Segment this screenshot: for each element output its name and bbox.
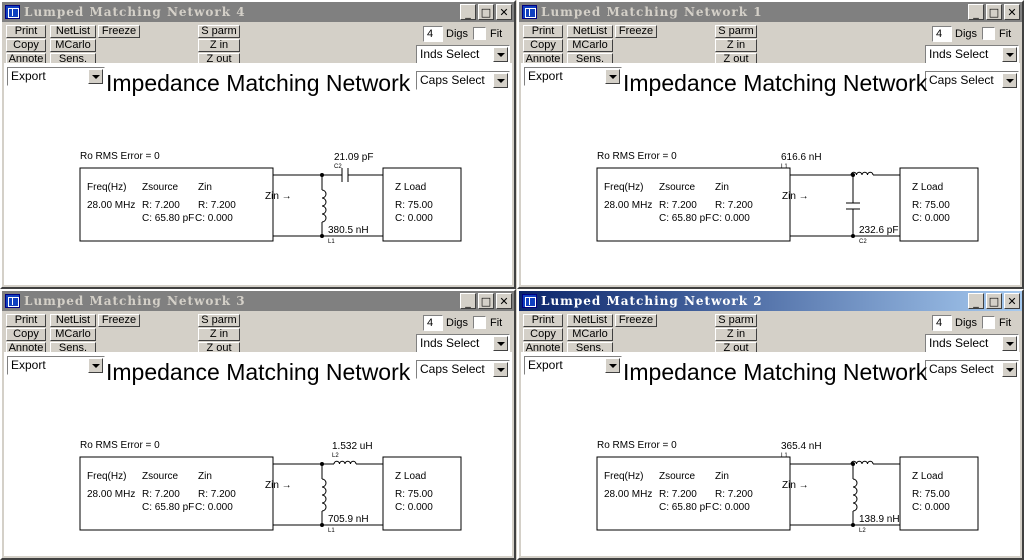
zin-c: C: 0.000 [712,502,750,513]
zin-arrow-label: Zin → [265,480,292,491]
series-inductor [333,460,357,465]
freq-header: Freq(Hz) [604,182,643,193]
schematic: Ro RMS Error = 0 Freq(Hz) Zsource Zin 28… [596,151,979,245]
schematic: Ro RMS Error = 0 Freq(Hz) Zsource Zin 28… [596,440,979,534]
zsource-c: C: 65.80 pF [142,213,194,224]
zload-r: R: 75.00 [395,489,433,500]
zload-c: C: 0.000 [912,213,950,224]
window-network-4: Lumped Matching Network 4 _ □ ✕ Print Ne… [0,0,516,289]
zin-r: R: 7.200 [198,200,236,211]
zload-title: Z Load [395,182,426,193]
shunt-value-label: 380.5 nH [328,225,369,236]
shunt-inductor [321,189,327,223]
zsource-c: C: 65.80 pF [142,502,194,513]
zsource-r: R: 7.200 [142,200,180,211]
zload-c: C: 0.000 [395,213,433,224]
zload-title: Z Load [912,182,943,193]
shunt-ref-label: L2 [859,528,866,534]
series-value-label: 616.6 nH [781,152,822,163]
zsource-r: R: 7.200 [659,200,697,211]
shunt-inductor [852,478,858,512]
zin-arrow-label: Zin → [265,191,292,202]
zin-r: R: 7.200 [715,200,753,211]
shunt-inductor [321,478,327,512]
zsource-c: C: 65.80 pF [659,213,711,224]
zsource-c: C: 65.80 pF [659,502,711,513]
rms-error-label: Ro RMS Error = 0 [597,151,677,162]
zload-r: R: 75.00 [912,200,950,211]
zin-r: R: 7.200 [715,489,753,500]
zload-title: Z Load [395,471,426,482]
zload-title: Z Load [912,471,943,482]
zin-arrow-label: Zin → [782,191,809,202]
series-ref-label: C2 [334,164,342,170]
zin-r: R: 7.200 [198,489,236,500]
zload-r: R: 75.00 [912,489,950,500]
zsource-r: R: 7.200 [659,489,697,500]
window-network-3: Lumped Matching Network 3 _ □ ✕ Print Ne… [0,289,516,560]
zsource-r: R: 7.200 [142,489,180,500]
zin-c: C: 0.000 [195,213,233,224]
series-ref-label: L2 [332,453,339,459]
zload-r: R: 75.00 [395,200,433,211]
zin-arrow-label: Zin → [782,480,809,491]
rms-error-label: Ro RMS Error = 0 [597,440,677,451]
zin-header: Zin [198,182,212,193]
zload-c: C: 0.000 [912,502,950,513]
zsource-header: Zsource [142,182,179,193]
zload-c: C: 0.000 [395,502,433,513]
shunt-value-label: 705.9 nH [328,514,369,525]
zsource-header: Zsource [659,182,696,193]
zin-header: Zin [715,182,729,193]
freq-header: Freq(Hz) [87,182,126,193]
shunt-ref-label: L1 [328,528,335,534]
freq-header: Freq(Hz) [87,471,126,482]
zsource-header: Zsource [142,471,179,482]
freq-value: 28.00 MHz [604,489,652,500]
schematic: Ro RMS Error = 0 Freq(Hz) Zsource Zin 28… [79,440,462,534]
shunt-ref-label: C2 [859,239,867,245]
freq-value: 28.00 MHz [604,200,652,211]
window-network-1: Lumped Matching Network 1 _ □ ✕ Print Ne… [517,0,1024,289]
shunt-value-label: 232.6 pF [859,225,898,236]
freq-value: 28.00 MHz [87,200,135,211]
zin-header: Zin [198,471,212,482]
freq-value: 28.00 MHz [87,489,135,500]
series-value-label: 365.4 nH [781,441,822,452]
zin-c: C: 0.000 [712,213,750,224]
zsource-header: Zsource [659,471,696,482]
series-ref-label: L1 [781,453,788,459]
freq-header: Freq(Hz) [604,471,643,482]
zin-header: Zin [715,471,729,482]
schematic: Ro RMS Error = 0 Freq(Hz) Zsource Zin 28… [79,151,462,245]
zin-c: C: 0.000 [195,502,233,513]
window-network-2: Lumped Matching Network 2 _ □ ✕ Print Ne… [517,289,1024,560]
series-value-label: 21.09 pF [334,152,373,163]
shunt-ref-label: L1 [328,239,335,245]
rms-error-label: Ro RMS Error = 0 [80,151,160,162]
series-ref-label: L1 [781,164,788,170]
rms-error-label: Ro RMS Error = 0 [80,440,160,451]
shunt-value-label: 138.9 nH [859,514,900,525]
series-value-label: 1.532 uH [332,441,373,452]
